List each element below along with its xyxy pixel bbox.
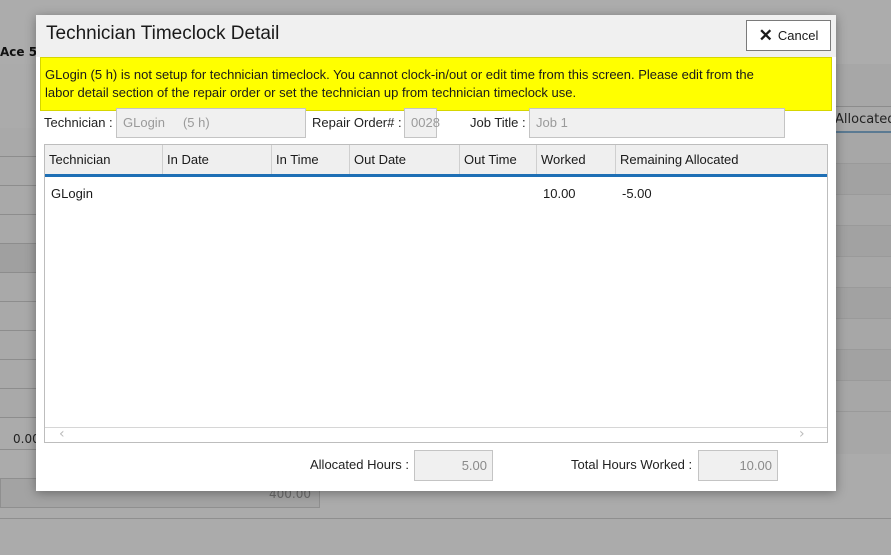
cell-in-time — [272, 178, 350, 210]
background-left-value: 0.00 — [0, 428, 40, 450]
column-header-remaining-allocated[interactable]: Remaining Allocated — [616, 145, 827, 174]
cell-technician: GLogin — [51, 186, 93, 201]
grid-header: Technician In Date In Time Out Date Out … — [45, 145, 827, 177]
background-right-row — [836, 350, 891, 381]
column-header-out-date[interactable]: Out Date — [350, 145, 460, 174]
cell-in-date — [163, 178, 272, 210]
background-right-row — [836, 164, 891, 195]
job-title-field: Job 1 — [529, 108, 785, 138]
background-right-row — [836, 195, 891, 226]
total-hours-worked-field: 10.00 — [698, 450, 778, 481]
dialog-header: Technician Timeclock Detail ✕ Cancel — [36, 15, 836, 57]
background-row — [0, 273, 40, 302]
technician-label: Technician : — [44, 115, 113, 130]
column-header-in-date[interactable]: In Date — [163, 145, 272, 174]
cell-out-date — [350, 178, 460, 210]
job-title-label: Job Title : — [470, 115, 526, 130]
cell-worked: 10.00 — [543, 186, 576, 201]
background-row — [0, 215, 40, 244]
total-hours-worked-label: Total Hours Worked : — [571, 457, 693, 472]
background-right-row — [836, 226, 891, 257]
background-left-column — [0, 128, 40, 418]
background-right-row — [836, 319, 891, 350]
background-row — [0, 157, 40, 186]
column-header-technician[interactable]: Technician — [45, 145, 163, 174]
background-right-row — [836, 257, 891, 288]
timeclock-grid: Technician In Date In Time Out Date Out … — [44, 144, 828, 443]
warning-banner: GLogin (5 h) is not setup for technician… — [40, 57, 832, 111]
cancel-button[interactable]: ✕ Cancel — [746, 20, 831, 51]
background-right-row — [836, 288, 891, 319]
timeclock-detail-dialog: Technician Timeclock Detail ✕ Cancel GLo… — [36, 15, 836, 491]
background-row — [0, 128, 40, 157]
warning-text-line-2: labor detail section of the repair order… — [45, 85, 577, 100]
background-row — [0, 360, 40, 389]
chevron-right-icon[interactable]: › — [799, 426, 805, 442]
background-footer-divider — [0, 518, 891, 519]
repair-order-field: 0028 — [404, 108, 440, 138]
allocated-hours-label: Allocated Hours : — [310, 457, 409, 472]
column-header-worked[interactable]: Worked — [537, 145, 616, 174]
cancel-button-label: Cancel — [777, 28, 819, 43]
background-vehicle-label: Ace 5 — [0, 45, 38, 59]
column-header-out-time[interactable]: Out Time — [460, 145, 537, 174]
background-row — [0, 389, 40, 418]
background-row — [0, 331, 40, 360]
background-allocated-header: Allocated — [827, 106, 891, 133]
background-right-row — [836, 381, 891, 412]
background-right-row — [836, 133, 891, 164]
warning-text-line-1: GLogin (5 h) is not setup for technician… — [45, 67, 754, 82]
background-row — [0, 244, 40, 273]
cell-remaining-allocated: -5.00 — [622, 186, 652, 201]
close-icon: ✕ — [758, 26, 773, 45]
technician-field: GLogin (5 h) — [116, 108, 306, 138]
dialog-title: Technician Timeclock Detail — [46, 23, 280, 44]
allocated-hours-field: 5.00 — [414, 450, 493, 481]
horizontal-scrollbar[interactable]: ‹ › — [45, 426, 827, 442]
column-header-in-time[interactable]: In Time — [272, 145, 350, 174]
chevron-left-icon[interactable]: ‹ — [59, 426, 65, 442]
table-row[interactable]: GLogin 10.00 -5.00 — [45, 178, 827, 210]
repair-order-label: Repair Order# : — [312, 115, 402, 130]
cell-out-time — [460, 178, 537, 210]
background-row — [0, 302, 40, 331]
background-row — [0, 186, 40, 215]
